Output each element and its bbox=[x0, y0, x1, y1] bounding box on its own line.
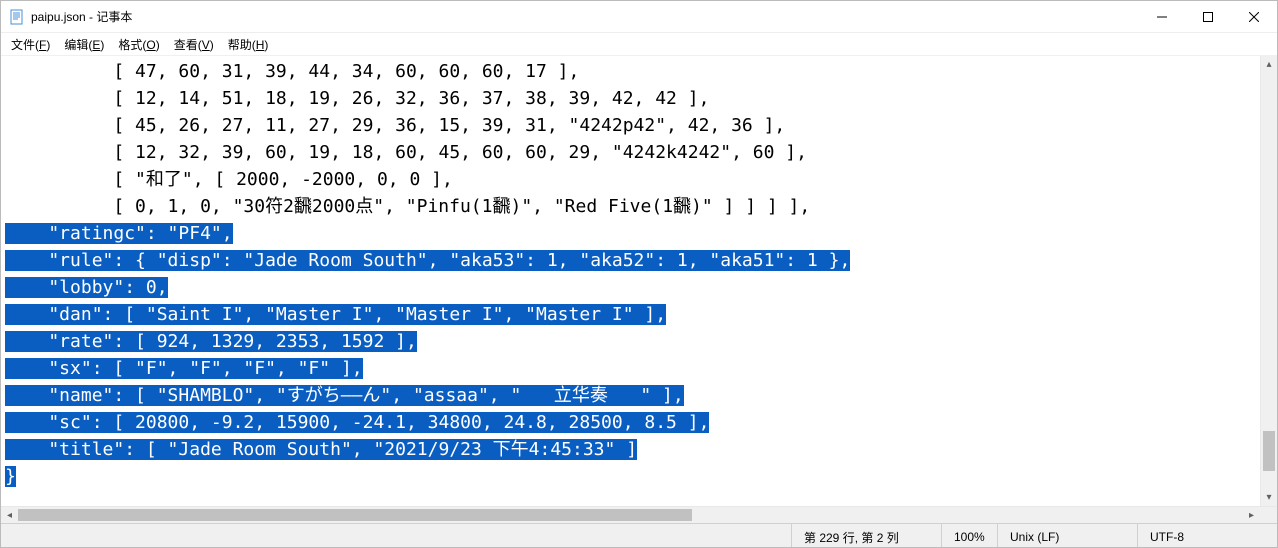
text-line-selected: "ratingc": "PF4", bbox=[5, 220, 1256, 247]
hscroll-track[interactable] bbox=[18, 507, 1243, 523]
text-line-selected: "dan": [ "Saint I", "Master I", "Master … bbox=[5, 301, 1256, 328]
titlebar: paipu.json - 记事本 bbox=[1, 1, 1277, 33]
text-line-selected: "lobby": 0, bbox=[5, 274, 1256, 301]
window-controls bbox=[1139, 1, 1277, 33]
statusbar: 第 229 行, 第 2 列 100% Unix (LF) UTF-8 bbox=[1, 523, 1277, 547]
text-line-selected: "rule": { "disp": "Jade Room South", "ak… bbox=[5, 247, 1256, 274]
close-button[interactable] bbox=[1231, 1, 1277, 33]
menu-file[interactable]: 文件(F) bbox=[7, 35, 54, 54]
status-encoding: UTF-8 bbox=[1137, 524, 1277, 547]
vscroll-track[interactable] bbox=[1261, 73, 1277, 489]
status-zoom: 100% bbox=[941, 524, 997, 547]
scroll-down-arrow-icon[interactable]: ▾ bbox=[1261, 489, 1277, 506]
text-line: [ 12, 14, 51, 18, 19, 26, 32, 36, 37, 38… bbox=[5, 85, 1256, 112]
menu-view[interactable]: 查看(V) bbox=[170, 35, 218, 54]
menu-format[interactable]: 格式(O) bbox=[114, 35, 163, 54]
text-line-selected: "rate": [ 924, 1329, 2353, 1592 ], bbox=[5, 328, 1256, 355]
scroll-right-arrow-icon[interactable]: ▸ bbox=[1243, 507, 1260, 523]
vscroll-thumb[interactable] bbox=[1263, 431, 1275, 471]
minimize-button[interactable] bbox=[1139, 1, 1185, 33]
menubar: 文件(F) 编辑(E) 格式(O) 查看(V) 帮助(H) bbox=[1, 33, 1277, 55]
status-blank bbox=[1, 524, 791, 547]
notepad-icon bbox=[9, 9, 25, 25]
status-eol: Unix (LF) bbox=[997, 524, 1137, 547]
horizontal-scrollbar[interactable]: ◂ ▸ bbox=[1, 506, 1277, 523]
window-title: paipu.json - 记事本 bbox=[31, 8, 132, 25]
text-line-selected: "sx": [ "F", "F", "F", "F" ], bbox=[5, 355, 1256, 382]
vertical-scrollbar[interactable]: ▴ ▾ bbox=[1260, 56, 1277, 506]
status-position: 第 229 行, 第 2 列 bbox=[791, 524, 941, 547]
menu-help[interactable]: 帮助(H) bbox=[224, 35, 273, 54]
text-editor[interactable]: [ 47, 60, 31, 39, 44, 34, 60, 60, 60, 17… bbox=[1, 56, 1260, 506]
text-line: [ 12, 32, 39, 60, 19, 18, 60, 45, 60, 60… bbox=[5, 139, 1256, 166]
scroll-up-arrow-icon[interactable]: ▴ bbox=[1261, 56, 1277, 73]
maximize-button[interactable] bbox=[1185, 1, 1231, 33]
text-line: [ "和了", [ 2000, -2000, 0, 0 ], bbox=[5, 166, 1256, 193]
text-line: [ 0, 1, 0, "30符2飜2000点", "Pinfu(1飜)", "R… bbox=[5, 193, 1256, 220]
hscroll-thumb[interactable] bbox=[18, 509, 692, 521]
menu-edit[interactable]: 编辑(E) bbox=[60, 35, 108, 54]
text-line-selected: "title": [ "Jade Room South", "2021/9/23… bbox=[5, 436, 1256, 463]
text-line-selected: } bbox=[5, 463, 1256, 490]
scroll-left-arrow-icon[interactable]: ◂ bbox=[1, 507, 18, 523]
text-line: [ 45, 26, 27, 11, 27, 29, 36, 15, 39, 31… bbox=[5, 112, 1256, 139]
text-line-selected: "sc": [ 20800, -9.2, 15900, -24.1, 34800… bbox=[5, 409, 1256, 436]
content-wrap: [ 47, 60, 31, 39, 44, 34, 60, 60, 60, 17… bbox=[1, 55, 1277, 506]
text-line-selected: "name": [ "SHAMBLO", "すがち――ん", "assaa", … bbox=[5, 382, 1256, 409]
text-line: [ 47, 60, 31, 39, 44, 34, 60, 60, 60, 17… bbox=[5, 58, 1256, 85]
scroll-corner bbox=[1260, 507, 1277, 523]
